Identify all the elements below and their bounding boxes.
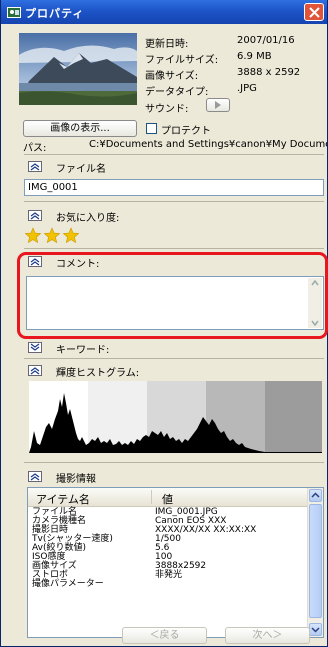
sound-play-button[interactable] bbox=[206, 98, 230, 112]
table-row[interactable]: 撮像パラメーター bbox=[28, 580, 308, 589]
shooting-info-section-label: 撮影情報 bbox=[56, 474, 96, 485]
filename-field[interactable]: IMG_0001 bbox=[24, 179, 324, 196]
scroll-thumb[interactable] bbox=[309, 504, 322, 618]
next-button[interactable]: 次へ＞ bbox=[225, 627, 310, 644]
table-header: アイテム名 値 bbox=[28, 488, 308, 507]
luminance-histogram bbox=[29, 381, 322, 453]
image-thumbnail bbox=[19, 33, 137, 105]
modified-date-value: 2007/01/16 bbox=[237, 35, 295, 46]
image-size-label: 画像サイズ: bbox=[145, 71, 199, 82]
keyword-section-header[interactable]: キーワード: bbox=[24, 341, 224, 356]
cell-value: 5.6 bbox=[155, 543, 170, 553]
chevron-down-icon bbox=[30, 343, 40, 351]
collapse-toggle[interactable] bbox=[28, 210, 42, 221]
table-body: ファイル名 IMG_0001.JPG カメラ機種名 Canon EOS XXX 撮影… bbox=[28, 508, 308, 589]
close-button[interactable] bbox=[304, 3, 324, 21]
sound-label: サウンド: bbox=[145, 104, 189, 115]
favorite-section-header[interactable]: お気に入り度: bbox=[24, 209, 224, 224]
column-header-value[interactable]: 値 bbox=[162, 491, 173, 507]
chevron-down-icon bbox=[311, 627, 320, 633]
chevron-up-icon bbox=[311, 492, 320, 498]
divider bbox=[24, 201, 324, 202]
star-icon[interactable] bbox=[62, 227, 80, 244]
chevron-up-icon bbox=[30, 473, 40, 481]
modified-date-label: 更新日時: bbox=[145, 39, 189, 50]
file-size-label: ファイルサイズ: bbox=[145, 55, 219, 66]
path-label: パス: bbox=[23, 143, 47, 154]
histogram-section-label: 輝度ヒストグラム: bbox=[56, 368, 140, 379]
shooting-info-section-header[interactable]: 撮影情報 bbox=[24, 470, 224, 485]
scroll-up-button[interactable] bbox=[309, 489, 322, 502]
cell-value: 非発光 bbox=[155, 570, 183, 580]
protect-checkbox[interactable] bbox=[146, 123, 157, 134]
cell-item: 撮像パラメーター bbox=[32, 579, 104, 589]
divider bbox=[24, 462, 324, 463]
cell-value: 1/500 bbox=[155, 534, 181, 544]
file-size-value: 6.9 MB bbox=[237, 51, 272, 62]
chevron-up-icon bbox=[30, 212, 40, 220]
path-value: C:¥Documents and Settings¥canon¥My Docum… bbox=[89, 139, 327, 150]
filename-section-header[interactable]: ファイル名 bbox=[24, 160, 224, 175]
scroll-down-button[interactable] bbox=[309, 623, 322, 636]
collapse-toggle[interactable] bbox=[28, 161, 42, 172]
back-button[interactable]: ＜戻る bbox=[122, 627, 207, 644]
image-size-value: 3888 x 2592 bbox=[237, 67, 301, 78]
divider bbox=[24, 358, 324, 359]
shooting-info-table: アイテム名 値 ファイル名 IMG_0001.JPG カメラ機種名 Canon EO… bbox=[27, 487, 324, 638]
column-header-item[interactable]: アイテム名 bbox=[36, 491, 90, 507]
view-image-button[interactable]: 画像の表示... bbox=[23, 120, 137, 137]
filename-section-label: ファイル名 bbox=[56, 164, 106, 175]
divider bbox=[24, 248, 324, 249]
play-icon bbox=[215, 101, 221, 109]
highlight-frame bbox=[17, 252, 328, 339]
favorite-section-label: お気に入り度: bbox=[56, 213, 120, 224]
star-icon[interactable] bbox=[43, 227, 61, 244]
chevron-up-icon bbox=[30, 367, 40, 375]
histogram-section-header[interactable]: 輝度ヒストグラム: bbox=[24, 364, 224, 379]
divider bbox=[24, 154, 324, 155]
chevron-up-icon bbox=[30, 163, 40, 171]
collapse-toggle[interactable] bbox=[28, 471, 42, 482]
expand-toggle[interactable] bbox=[28, 342, 42, 353]
favorite-rating[interactable] bbox=[24, 226, 94, 244]
app-icon bbox=[7, 7, 21, 18]
star-icon[interactable] bbox=[24, 227, 42, 244]
data-type-label: データタイプ: bbox=[145, 87, 209, 98]
collapse-toggle[interactable] bbox=[28, 365, 42, 376]
keyword-section-label: キーワード: bbox=[56, 345, 110, 356]
cell-value bbox=[151, 580, 308, 589]
protect-label: プロテクト bbox=[161, 126, 211, 137]
table-scrollbar[interactable] bbox=[307, 488, 323, 637]
window-title: プロパティ bbox=[25, 7, 85, 20]
close-icon bbox=[309, 7, 320, 18]
properties-window: プロパティ 更新日時: 2007/01/16 ファイルサイズ: 6.9 MB 画… bbox=[0, 0, 328, 647]
title-bar: プロパティ bbox=[1, 0, 327, 24]
data-type-value: .JPG bbox=[237, 83, 257, 94]
